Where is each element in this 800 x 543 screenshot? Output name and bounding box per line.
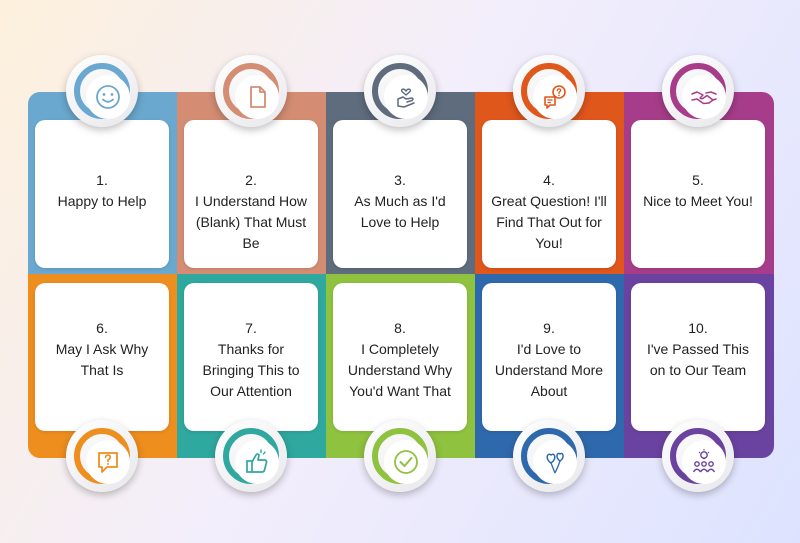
heart-hand-icon (397, 88, 415, 108)
badge-7 (215, 420, 287, 492)
card-9: 9. I'd Love to Understand More About (482, 283, 616, 431)
badge-8 (364, 420, 436, 492)
smiley-icon (96, 85, 120, 109)
card-5: 5. Nice to Meet You! (631, 120, 765, 268)
badge-5 (662, 55, 734, 127)
card-8: 8. I Completely Understand Why You'd Wan… (333, 283, 467, 431)
card-text: Happy to Help (57, 193, 147, 209)
check-circle-icon (394, 450, 418, 474)
handshake-icon (691, 91, 717, 105)
card-number: 3. (394, 172, 406, 188)
card-text: I'd Love to Understand More About (494, 341, 604, 399)
question-chat-icon (544, 85, 566, 109)
card-text: I've Passed This on to Our Team (646, 341, 750, 378)
card-number: 6. (96, 320, 108, 336)
card-text: May I Ask Why That Is (55, 341, 149, 378)
balloons-icon (546, 452, 564, 474)
card-1: 1. Happy to Help (35, 120, 169, 268)
team-idea-icon (692, 449, 716, 473)
card-text: Thanks for Bringing This to Our Attentio… (202, 341, 300, 399)
card-number: 2. (245, 172, 257, 188)
card-10: 10. I've Passed This on to Our Team (631, 283, 765, 431)
card-number: 8. (394, 320, 406, 336)
thumbs-up-icon (246, 449, 268, 473)
card-number: 10. (688, 320, 708, 336)
card-4: 4. Great Question! I'll Find That Out fo… (482, 120, 616, 268)
card-number: 4. (543, 172, 555, 188)
card-number: 5. (692, 172, 704, 188)
card-text: I Understand How (Blank) That Must Be (194, 193, 308, 251)
badge-4 (513, 55, 585, 127)
card-7: 7. Thanks for Bringing This to Our Atten… (184, 283, 318, 431)
card-text: As Much as I'd Love to Help (354, 193, 446, 230)
card-number: 9. (543, 320, 555, 336)
badge-6 (66, 420, 138, 492)
badge-10 (662, 420, 734, 492)
card-3: 3. As Much as I'd Love to Help (333, 120, 467, 268)
card-text: I Completely Understand Why You'd Want T… (347, 341, 453, 399)
document-icon (250, 86, 266, 108)
question-bubble-icon (98, 452, 118, 473)
card-2: 2. I Understand How (Blank) That Must Be (184, 120, 318, 268)
card-text: Great Question! I'll Find That Out for Y… (491, 193, 607, 251)
badge-1 (66, 55, 138, 127)
badge-2 (215, 55, 287, 127)
badge-3 (364, 55, 436, 127)
card-number: 7. (245, 320, 257, 336)
card-number: 1. (96, 172, 108, 188)
card-text: Nice to Meet You! (643, 193, 753, 209)
badge-9 (513, 420, 585, 492)
card-6: 6. May I Ask Why That Is (35, 283, 169, 431)
